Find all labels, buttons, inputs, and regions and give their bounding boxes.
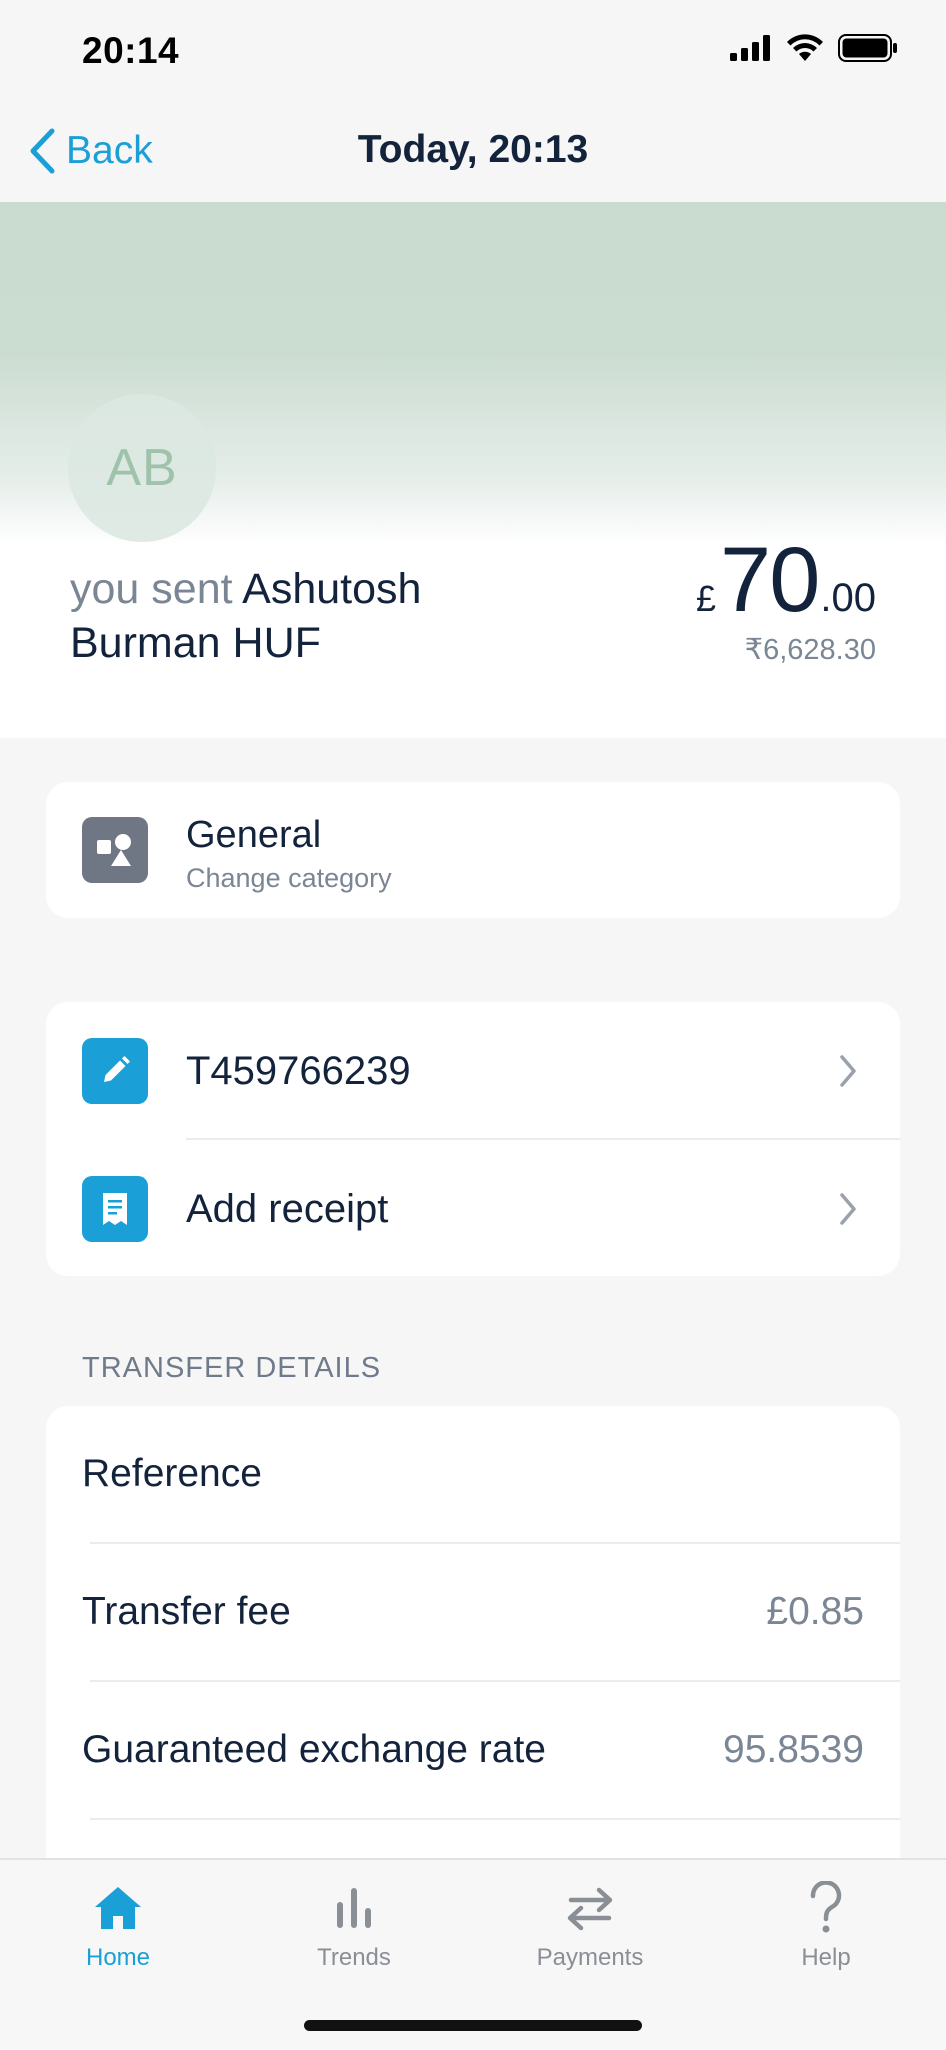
status-time: 20:14 [82, 30, 180, 71]
note-row[interactable]: T459766239 [46, 1002, 900, 1140]
shapes-icon [82, 817, 148, 883]
transfer-fee-value: £0.85 [766, 1590, 864, 1633]
tab-help[interactable]: Help [726, 1878, 926, 1972]
converted-amount: ₹6,628.30 [744, 634, 876, 666]
transfer-fee-label: Transfer fee [82, 1590, 291, 1633]
change-category-link[interactable]: Change category [186, 863, 392, 894]
bar-chart-icon [337, 1888, 371, 1928]
reference-label: Reference [82, 1452, 262, 1495]
pencil-icon [82, 1038, 148, 1104]
tab-trends-label: Trends [317, 1944, 391, 1971]
transfer-details-card: Reference Transfer fee £0.85 Guaranteed … [46, 1406, 900, 1876]
amount-major: 70 [720, 529, 820, 631]
transfer-arrows-icon [567, 1887, 613, 1931]
chevron-right-icon [840, 1193, 856, 1225]
status-bar: 20:14 [0, 0, 946, 100]
tab-home[interactable]: Home [18, 1878, 218, 1972]
exchange-rate-value: 95.8539 [723, 1728, 864, 1771]
transaction-header: AB you sent Ashutosh Burman HUF £ 70 .00… [0, 202, 946, 738]
reference-row: Reference [46, 1406, 900, 1544]
status-icons [730, 34, 898, 62]
tab-home-label: Home [85, 1944, 151, 1971]
tab-payments[interactable]: Payments [490, 1878, 690, 1972]
avatar: AB [68, 394, 216, 542]
amount-minor: .00 [820, 576, 876, 620]
chevron-right-icon [840, 1055, 856, 1087]
category-card: General Change category [46, 782, 900, 918]
tab-payments-label: Payments [536, 1944, 644, 1971]
transaction-description: you sent Ashutosh Burman HUF [70, 562, 510, 670]
transaction-amount: £ 70 .00 [696, 530, 876, 630]
avatar-initials: AB [106, 439, 178, 497]
home-icon [95, 1887, 141, 1929]
sent-prefix: you sent [70, 565, 233, 613]
divider [90, 1818, 900, 1820]
exchange-rate-label: Guaranteed exchange rate [82, 1728, 547, 1771]
battery-icon [838, 34, 897, 62]
tab-trends[interactable]: Trends [254, 1878, 454, 1972]
page-title: Today, 20:13 [357, 128, 589, 171]
home-indicator [304, 2020, 642, 2031]
transfer-details-header: TRANSFER DETAILS [82, 1352, 382, 1384]
nav-bar: Back Today, 20:13 [0, 100, 946, 202]
amount-currency: £ [696, 578, 717, 619]
add-receipt-row[interactable]: Add receipt [46, 1140, 900, 1278]
notes-card: T459766239 Add receipt [46, 1002, 900, 1276]
receipt-icon [82, 1176, 148, 1242]
note-label: T459766239 [186, 1048, 411, 1093]
signal-icon [730, 35, 770, 61]
transfer-fee-row: Transfer fee £0.85 [46, 1544, 900, 1682]
tab-help-label: Help [801, 1944, 851, 1971]
category-name: General [186, 814, 322, 856]
add-receipt-label: Add receipt [186, 1186, 389, 1231]
wifi-icon [787, 34, 823, 61]
exchange-rate-row: Guaranteed exchange rate 95.8539 [46, 1682, 900, 1820]
question-mark-icon [810, 1881, 842, 1933]
category-row[interactable]: General Change category [46, 782, 900, 918]
